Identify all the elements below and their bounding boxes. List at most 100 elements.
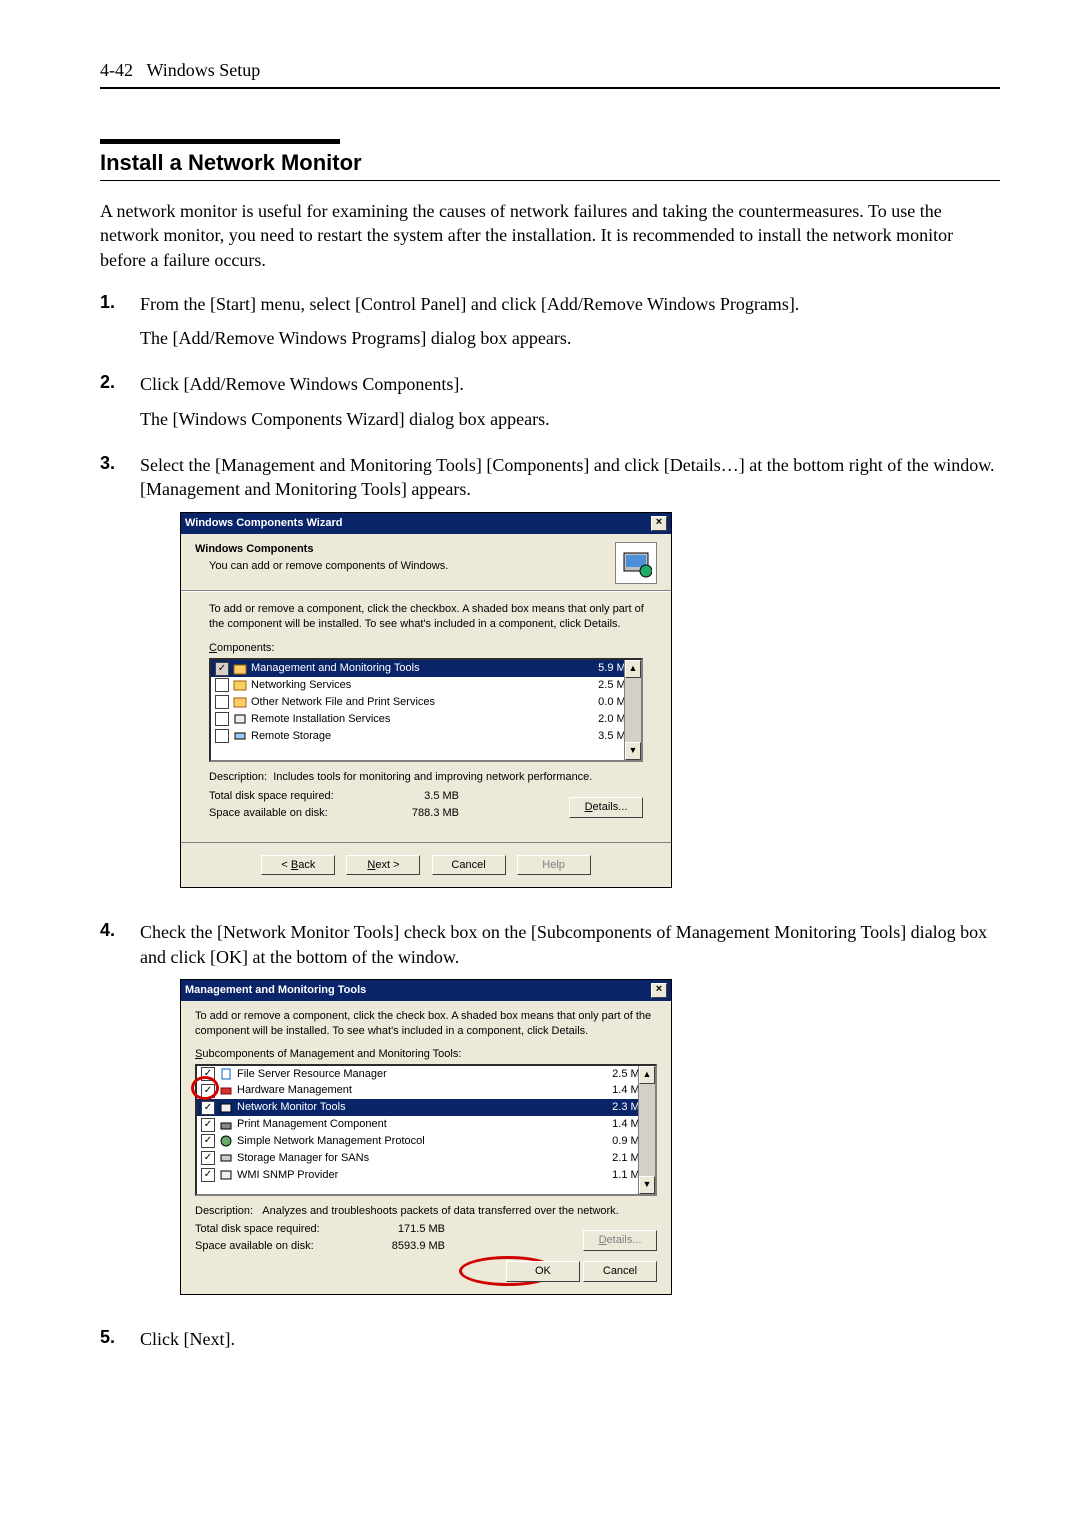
printer-icon xyxy=(219,1118,233,1132)
components-listbox[interactable]: Management and Monitoring Tools 5.9 MB N… xyxy=(209,658,643,762)
scrollbar[interactable]: ▲ ▼ xyxy=(638,1066,655,1194)
dialog-subheading: You can add or remove components of Wind… xyxy=(209,559,605,574)
subcomponents-label: Subcomponents of Management and Monitori… xyxy=(195,1047,657,1062)
list-item-label: Hardware Management xyxy=(237,1083,573,1098)
step-number: 1. xyxy=(100,292,140,361)
dialog-titlebar[interactable]: Management and Monitoring Tools × xyxy=(181,980,671,1001)
checkbox-icon[interactable] xyxy=(201,1084,215,1098)
list-item-label: Remote Storage xyxy=(251,729,559,744)
step-text: Select the [Management and Monitoring To… xyxy=(140,453,1000,502)
step-number: 3. xyxy=(100,453,140,908)
total-disk-label: Total disk space required: xyxy=(209,789,379,804)
components-label: Components: xyxy=(209,642,274,654)
folder-icon xyxy=(233,695,247,709)
back-button[interactable]: < Back xyxy=(261,855,335,876)
list-item-label: Network Monitor Tools xyxy=(237,1100,573,1115)
header-title: Windows Setup xyxy=(147,60,261,80)
checkbox-icon[interactable] xyxy=(201,1118,215,1132)
total-disk-value: 171.5 MB xyxy=(365,1222,445,1237)
list-item[interactable]: Remote Installation Services 2.0 MB xyxy=(211,711,641,728)
dialog-footer: < Back Next > Cancel Help xyxy=(181,842,671,888)
step-text: Click [Next]. xyxy=(140,1327,1000,1351)
list-item[interactable]: Management and Monitoring Tools 5.9 MB xyxy=(211,660,641,677)
list-item[interactable]: File Server Resource Manager 2.5 MB xyxy=(197,1066,655,1083)
list-item-label: Other Network File and Print Services xyxy=(251,695,559,710)
windows-components-wizard-dialog: Windows Components Wizard × Windows Comp… xyxy=(180,512,672,889)
storage-icon xyxy=(233,729,247,743)
description-text: Analyzes and troubleshoots packets of da… xyxy=(262,1205,618,1217)
list-item[interactable]: Networking Services 2.5 MB xyxy=(211,677,641,694)
list-item-label: Print Management Component xyxy=(237,1117,573,1132)
list-item[interactable]: Storage Manager for SANs 2.1 MB xyxy=(197,1150,655,1167)
checkbox-icon[interactable] xyxy=(201,1151,215,1165)
step-text: The [Add/Remove Windows Programs] dialog… xyxy=(140,326,1000,350)
list-item[interactable]: Remote Storage 3.5 MB xyxy=(211,728,641,745)
avail-disk-label: Space available on disk: xyxy=(209,806,379,821)
page-number: 4-42 xyxy=(100,60,133,80)
folder-icon xyxy=(233,678,247,692)
checkbox-icon[interactable] xyxy=(201,1101,215,1115)
avail-disk-value: 788.3 MB xyxy=(379,806,459,821)
total-disk-label: Total disk space required: xyxy=(195,1222,365,1237)
checkbox-icon[interactable] xyxy=(215,712,229,726)
hardware-icon xyxy=(219,1084,233,1098)
list-item-label: WMI SNMP Provider xyxy=(237,1168,573,1183)
checkbox-icon[interactable] xyxy=(215,662,229,676)
ok-button[interactable]: OK xyxy=(506,1261,580,1282)
list-item-label: Storage Manager for SANs xyxy=(237,1151,573,1166)
list-item[interactable]: Print Management Component 1.4 MB xyxy=(197,1116,655,1133)
scroll-up-icon[interactable]: ▲ xyxy=(639,1066,655,1084)
wmi-icon xyxy=(219,1168,233,1182)
folder-icon xyxy=(233,662,247,676)
cancel-button[interactable]: Cancel xyxy=(432,855,506,876)
step-text: Click [Add/Remove Windows Components]. xyxy=(140,372,1000,396)
description-label: Description: xyxy=(195,1205,253,1217)
section-title: Install a Network Monitor xyxy=(100,150,1000,181)
file-icon xyxy=(219,1067,233,1081)
list-item[interactable]: WMI SNMP Provider 1.1 MB xyxy=(197,1167,655,1184)
dialog-explain: To add or remove a component, click the … xyxy=(209,602,647,632)
checkbox-icon[interactable] xyxy=(215,695,229,709)
cancel-button[interactable]: Cancel xyxy=(583,1261,657,1282)
step-number: 4. xyxy=(100,920,140,1314)
checkbox-icon[interactable] xyxy=(215,729,229,743)
subcomponents-listbox[interactable]: File Server Resource Manager 2.5 MB Hard… xyxy=(195,1064,657,1196)
management-monitoring-tools-dialog: Management and Monitoring Tools × To add… xyxy=(180,979,672,1295)
help-button: Help xyxy=(517,855,591,876)
dialog-heading: Windows Components xyxy=(195,542,605,557)
list-item-label: Management and Monitoring Tools xyxy=(251,661,559,676)
list-item-label: Remote Installation Services xyxy=(251,712,559,727)
checkbox-icon[interactable] xyxy=(215,678,229,692)
wizard-icon xyxy=(615,542,657,584)
scroll-down-icon[interactable]: ▼ xyxy=(639,1176,655,1194)
checkbox-icon[interactable] xyxy=(201,1168,215,1182)
checkbox-icon[interactable] xyxy=(201,1067,215,1081)
total-disk-value: 3.5 MB xyxy=(379,789,459,804)
step-number: 5. xyxy=(100,1327,140,1361)
network-icon xyxy=(219,1134,233,1148)
next-button[interactable]: Next > xyxy=(346,855,420,876)
step-text: The [Windows Components Wizard] dialog b… xyxy=(140,407,1000,431)
list-item[interactable]: Hardware Management 1.4 MB xyxy=(197,1082,655,1099)
dialog-titlebar[interactable]: Windows Components Wizard × xyxy=(181,513,671,534)
close-icon[interactable]: × xyxy=(651,516,667,531)
list-item[interactable]: Network Monitor Tools 2.3 MB xyxy=(197,1099,655,1116)
page-header: 4-42 Windows Setup xyxy=(100,60,1000,89)
dialog-explain: To add or remove a component, click the … xyxy=(195,1009,657,1039)
scroll-up-icon[interactable]: ▲ xyxy=(625,660,641,678)
list-item[interactable]: Simple Network Management Protocol 0.9 M… xyxy=(197,1133,655,1150)
close-icon[interactable]: × xyxy=(651,983,667,998)
intro-paragraph: A network monitor is useful for examinin… xyxy=(100,199,1000,272)
avail-disk-label: Space available on disk: xyxy=(195,1239,365,1254)
checkbox-icon[interactable] xyxy=(201,1134,215,1148)
dialog-title: Management and Monitoring Tools xyxy=(185,983,366,998)
avail-disk-value: 8593.9 MB xyxy=(365,1239,445,1254)
list-item[interactable]: Other Network File and Print Services 0.… xyxy=(211,694,641,711)
scroll-down-icon[interactable]: ▼ xyxy=(625,742,641,760)
description-label: Description: xyxy=(209,771,267,783)
monitor-icon xyxy=(219,1101,233,1115)
details-button[interactable]: Details... xyxy=(569,797,643,818)
scrollbar[interactable]: ▲ ▼ xyxy=(624,660,641,760)
step-text: Check the [Network Monitor Tools] check … xyxy=(140,920,1000,969)
section-rule xyxy=(100,139,340,144)
